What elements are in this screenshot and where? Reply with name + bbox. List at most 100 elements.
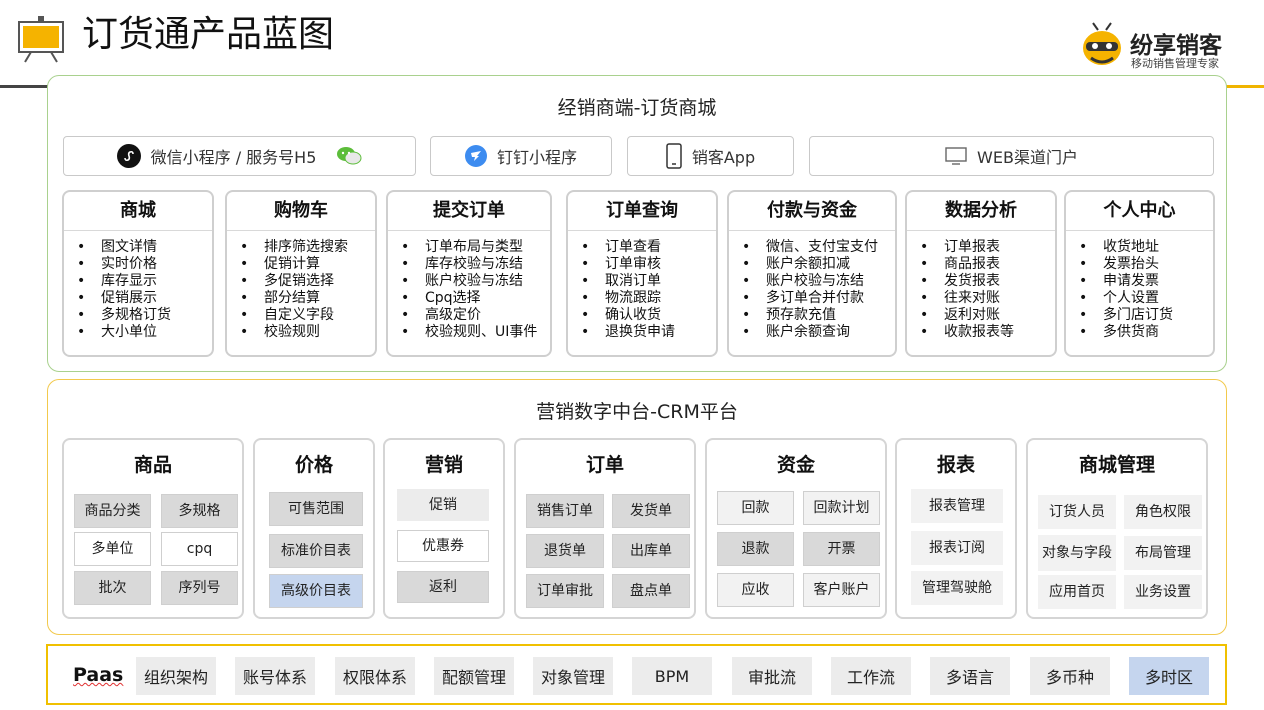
list-item: 预存款充值 — [742, 307, 895, 324]
chip-role-permissions[interactable]: 角色权限 — [1124, 495, 1202, 529]
chip-batch[interactable]: 批次 — [74, 571, 151, 605]
list-item: 个人设置 — [1079, 290, 1213, 307]
card-order-query: 订单查询 订单查看 订单审核 取消订单 物流跟踪 确认收货 退换货申请 — [566, 190, 718, 357]
list-item: 取消订单 — [581, 273, 716, 290]
list-item: 确认收货 — [581, 307, 716, 324]
chip-stocktake[interactable]: 盘点单 — [612, 574, 690, 608]
channel-web-label: WEB渠道门户 — [977, 148, 1078, 167]
module-title: 报表 — [936, 454, 975, 476]
card-title: 订单查询 — [568, 192, 716, 231]
list-item: 物流跟踪 — [581, 290, 716, 307]
module-mall-management: 商城管理 订货人员 角色权限 对象与字段 布局管理 应用首页 业务设置 — [1026, 438, 1208, 619]
paas-quota-management[interactable]: 配额管理 — [434, 657, 514, 695]
chip-cpq[interactable]: cpq — [161, 532, 238, 566]
crm-section-title: 营销数字中台-CRM平台 — [536, 401, 738, 423]
paas-object-management[interactable]: 对象管理 — [533, 657, 613, 695]
list-item: 收款报表等 — [920, 324, 1055, 341]
module-product: 商品 商品分类 多规格 多单位 cpq 批次 序列号 — [62, 438, 244, 619]
module-title: 资金 — [776, 454, 815, 476]
paas-multi-currency[interactable]: 多币种 — [1030, 657, 1110, 695]
list-item: 订单布局与类型 — [401, 239, 550, 256]
chip-multi-unit[interactable]: 多单位 — [74, 532, 151, 566]
list-item: 商品报表 — [920, 256, 1055, 273]
list-item: 申请发票 — [1079, 273, 1213, 290]
channel-app-label: 销客App — [691, 148, 756, 167]
list-item: 订单查看 — [581, 239, 716, 256]
module-price: 价格 可售范围 标准价目表 高级价目表 — [253, 438, 375, 619]
list-item: 收货地址 — [1079, 239, 1213, 256]
header-divider-dark — [0, 85, 48, 88]
paas-approval-flow[interactable]: 审批流 — [732, 657, 812, 695]
paas-label: Paas — [73, 664, 124, 686]
card-title: 购物车 — [227, 192, 375, 231]
card-title: 提交订单 — [388, 192, 550, 231]
module-title: 订单 — [585, 454, 624, 476]
list-item: 多订单合并付款 — [742, 290, 895, 307]
chip-advanced-pricebook[interactable]: 高级价目表 — [269, 574, 363, 608]
paas-workflow[interactable]: 工作流 — [831, 657, 911, 695]
list-item: 库存显示 — [77, 273, 212, 290]
chip-invoicing[interactable]: 开票 — [803, 532, 880, 566]
chip-serial-number[interactable]: 序列号 — [161, 571, 238, 605]
paas-permission-system[interactable]: 权限体系 — [335, 657, 415, 695]
chip-outbound-note[interactable]: 出库单 — [612, 534, 690, 568]
channel-app[interactable]: 销客App — [627, 136, 794, 176]
chip-report-management[interactable]: 报表管理 — [911, 489, 1003, 523]
chip-payment-plan[interactable]: 回款计划 — [803, 491, 880, 525]
paas-bpm[interactable]: BPM — [632, 657, 712, 695]
module-order: 订单 销售订单 发货单 退货单 出库单 订单审批 盘点单 — [514, 438, 696, 619]
chip-return-note[interactable]: 退货单 — [526, 534, 604, 568]
list-item: 订单审核 — [581, 256, 716, 273]
paas-org-structure[interactable]: 组织架构 — [136, 657, 216, 695]
chip-standard-pricebook[interactable]: 标准价目表 — [269, 534, 363, 568]
list-item: 促销计算 — [240, 256, 375, 273]
list-item: 发票抬头 — [1079, 256, 1213, 273]
paas-account-system[interactable]: 账号体系 — [235, 657, 315, 695]
chip-multi-spec[interactable]: 多规格 — [161, 494, 238, 528]
chip-order-approval[interactable]: 订单审批 — [526, 574, 604, 608]
list-item: 发货报表 — [920, 273, 1055, 290]
chip-product-category[interactable]: 商品分类 — [74, 494, 151, 528]
chip-sales-order[interactable]: 销售订单 — [526, 494, 604, 528]
chip-app-home[interactable]: 应用首页 — [1038, 575, 1116, 609]
channel-web[interactable]: WEB渠道门户 — [809, 136, 1214, 176]
channel-wechat[interactable]: 微信小程序 / 服务号H5 — [63, 136, 416, 176]
miniprogram-icon — [116, 144, 141, 168]
paas-multi-timezone[interactable]: 多时区 — [1129, 657, 1209, 695]
list-item: 多门店订货 — [1079, 307, 1213, 324]
module-funds: 资金 回款 回款计划 退款 开票 应收 客户账户 — [705, 438, 887, 619]
bee-logo-icon — [1078, 22, 1126, 68]
module-title: 商品 — [133, 454, 172, 476]
list-item: 促销展示 — [77, 290, 212, 307]
list-item: 自定义字段 — [240, 307, 375, 324]
paas-multi-language[interactable]: 多语言 — [930, 657, 1010, 695]
chip-sellable-range[interactable]: 可售范围 — [269, 492, 363, 526]
chip-promotion[interactable]: 促销 — [397, 489, 489, 521]
chip-rebate[interactable]: 返利 — [397, 571, 489, 603]
card-title: 付款与资金 — [729, 192, 895, 231]
brand-subtitle: 移动销售管理专家 — [1131, 57, 1219, 70]
list-item: Cpq选择 — [401, 290, 550, 307]
list-item: 多促销选择 — [240, 273, 375, 290]
chip-coupon[interactable]: 优惠券 — [397, 530, 489, 562]
card-personal-center: 个人中心 收货地址 发票抬头 申请发票 个人设置 多门店订货 多供货商 — [1064, 190, 1215, 357]
chip-business-settings[interactable]: 业务设置 — [1124, 575, 1202, 609]
chip-payment-received[interactable]: 回款 — [717, 491, 794, 525]
list-item: 账户余额扣减 — [742, 256, 895, 273]
chip-objects-fields[interactable]: 对象与字段 — [1038, 535, 1116, 571]
list-item: 排序筛选搜索 — [240, 239, 375, 256]
chip-receivable[interactable]: 应收 — [717, 573, 794, 607]
list-item: 高级定价 — [401, 307, 550, 324]
card-cart: 购物车 排序筛选搜索 促销计算 多促销选择 部分结算 自定义字段 校验规则 — [225, 190, 377, 357]
card-title: 个人中心 — [1066, 192, 1213, 231]
chip-customer-account[interactable]: 客户账户 — [803, 573, 880, 607]
chip-report-subscription[interactable]: 报表订阅 — [911, 531, 1003, 565]
chip-refund[interactable]: 退款 — [717, 532, 794, 566]
chip-ordering-staff[interactable]: 订货人员 — [1038, 495, 1116, 529]
chip-management-cockpit[interactable]: 管理驾驶舱 — [911, 571, 1003, 605]
chip-delivery-note[interactable]: 发货单 — [612, 494, 690, 528]
channel-dingtalk[interactable]: 钉钉小程序 — [430, 136, 612, 176]
chip-layout-management[interactable]: 布局管理 — [1124, 536, 1202, 570]
card-mall: 商城 图文详情 实时价格 库存显示 促销展示 多规格订货 大小单位 — [62, 190, 214, 357]
list-item: 实时价格 — [77, 256, 212, 273]
